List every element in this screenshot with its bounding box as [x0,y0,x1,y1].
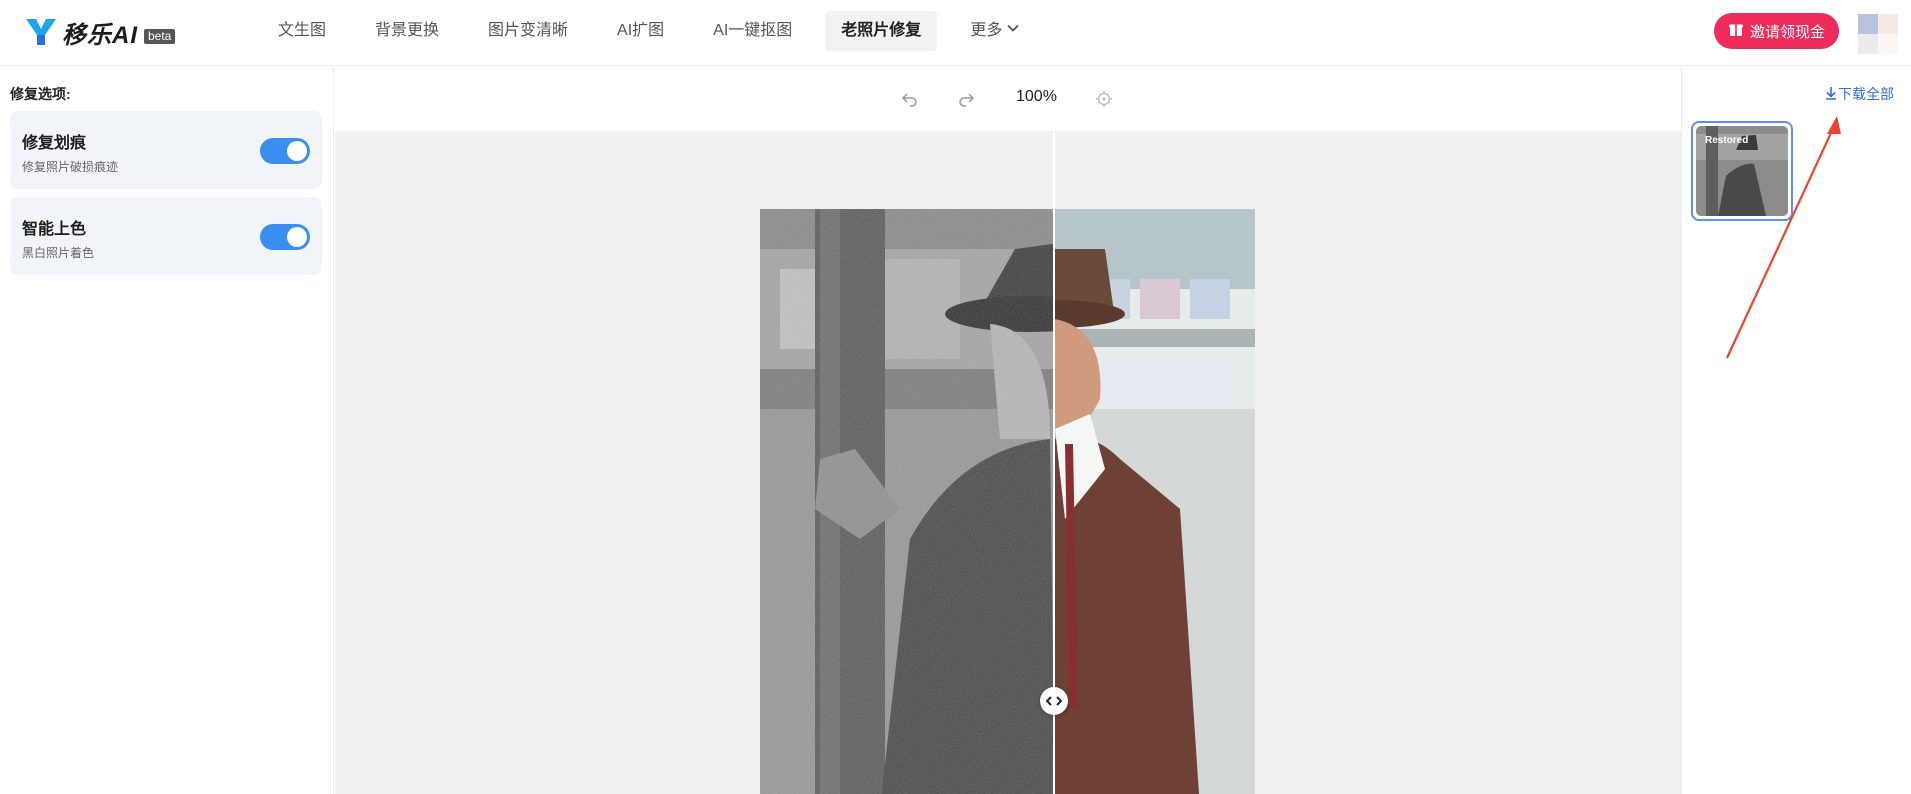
beta-badge: beta [144,28,176,44]
target-icon[interactable] [1092,87,1116,111]
download-all-label: 下载全部 [1838,86,1894,102]
top-header: 移乐AI beta 文生图 背景更换 图片变清晰 AI扩图 AI一键抠图 老照片… [0,0,1911,66]
logo-mark-icon [24,15,58,49]
comparison-photo[interactable] [760,209,1255,794]
canvas-toolbar: 100% [335,67,1681,131]
main-nav: 文生图 背景更换 图片变清晰 AI扩图 AI一键抠图 老照片修复 更多 [262,11,1053,51]
nav-item-ai-cutout[interactable]: AI一键抠图 [697,11,808,51]
nav-item-more[interactable]: 更多 [954,11,1036,51]
app-name: 移乐AI [62,21,138,49]
option-title: 智能上色 [22,221,87,238]
toggle-knob [287,227,307,247]
redo-icon[interactable] [954,87,978,111]
compare-slider-handle[interactable] [1040,687,1068,715]
download-all-button[interactable]: 下载全部 [1824,84,1894,104]
nav-item-text-to-image[interactable]: 文生图 [262,11,342,51]
nav-item-image-enhance[interactable]: 图片变清晰 [472,11,584,51]
colorize-toggle[interactable] [260,224,310,250]
thumbnail-label: Restored [1705,135,1749,146]
invite-cash-label: 邀请领现金 [1749,23,1825,41]
scratch-repair-toggle[interactable] [260,138,310,164]
thumbnail-image: Restored [1696,126,1788,216]
results-panel: 下载全部 Restored [1681,67,1911,794]
download-icon [1824,86,1838,103]
toggle-knob [287,141,307,161]
option-description: 修复照片破损痕迹 [22,160,119,174]
nav-item-old-photo-restore[interactable]: 老照片修复 [825,11,938,51]
user-avatar[interactable] [1858,14,1898,54]
image-canvas [335,131,1681,794]
option-card-scratch-repair: 修复划痕 修复照片破损痕迹 [10,111,322,189]
restore-options-panel: 修复选项: 修复划痕 修复照片破损痕迹 智能上色 黑白照片着色 [0,67,334,794]
gift-icon [1728,21,1744,41]
option-description: 黑白照片着色 [22,246,95,260]
result-thumbnail[interactable]: Restored [1691,121,1793,221]
undo-icon[interactable] [898,87,922,111]
nav-item-ai-outpaint[interactable]: AI扩图 [601,11,680,51]
nav-item-background-replace[interactable]: 背景更换 [359,11,455,51]
chevron-down-icon [1002,11,1020,51]
app-logo[interactable]: 移乐AI beta [24,14,176,50]
invite-cash-button[interactable]: 邀请领现金 [1714,13,1839,49]
zoom-level[interactable]: 100% [1016,88,1057,106]
option-card-colorize: 智能上色 黑白照片着色 [10,197,322,275]
option-title: 修复划痕 [22,135,87,152]
panel-title: 修复选项: [10,86,71,102]
nav-more-label: 更多 [970,22,1003,39]
